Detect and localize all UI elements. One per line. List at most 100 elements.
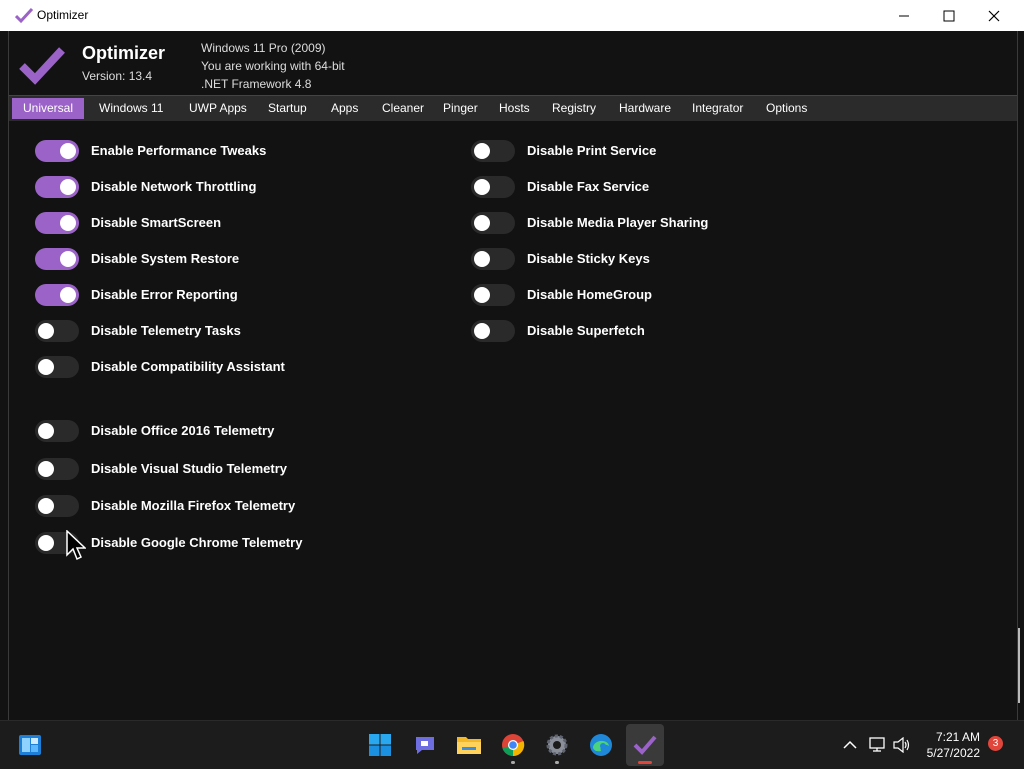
start-icon[interactable] [367, 732, 393, 758]
running-indicator [555, 761, 559, 764]
tab-startup[interactable]: Startup [257, 98, 318, 119]
option-label: Disable Network Throttling [91, 179, 257, 194]
minimize-button[interactable] [881, 0, 927, 31]
tab-hosts[interactable]: Hosts [488, 98, 541, 119]
option-label: Disable Media Player Sharing [527, 215, 709, 230]
running-indicator [511, 761, 515, 764]
toggle-knob [38, 461, 54, 477]
close-icon [988, 10, 1000, 21]
edge-icon[interactable] [588, 732, 614, 758]
toggle-knob [474, 179, 490, 195]
speaker-icon [893, 737, 910, 753]
toggle-knob [60, 143, 76, 159]
chevron-up-icon [843, 740, 857, 749]
minimize-icon [899, 15, 909, 16]
toggle-knob [60, 287, 76, 303]
clock-time: 7:21 AM [935, 730, 980, 744]
option-label: Disable Office 2016 Telemetry [91, 423, 275, 438]
maximize-icon [943, 10, 955, 21]
toggle-knob [474, 251, 490, 267]
option-label: Disable Mozilla Firefox Telemetry [91, 498, 296, 513]
window-title: Optimizer [37, 8, 89, 22]
tab-registry[interactable]: Registry [541, 98, 607, 119]
option-label: Disable Error Reporting [91, 287, 238, 302]
active-indicator [638, 761, 652, 764]
settings-icon[interactable] [544, 732, 570, 764]
option-label: Disable SmartScreen [91, 215, 222, 230]
folder-icon [457, 737, 481, 754]
toggle-error-reporting[interactable] [35, 284, 79, 306]
option-label: Disable Visual Studio Telemetry [91, 461, 288, 476]
tab-windows-11[interactable]: Windows 11 [88, 98, 174, 119]
tab-options[interactable]: Options [755, 98, 818, 119]
toggle-knob [474, 287, 490, 303]
toggle-office-telemetry[interactable] [35, 420, 79, 442]
toggle-performance-tweaks[interactable] [35, 140, 79, 162]
system-info: Windows 11 Pro (2009) You are working wi… [201, 39, 345, 93]
scrollbar[interactable] [1018, 628, 1020, 703]
option-label: Enable Performance Tweaks [91, 143, 267, 158]
toggle-fax-service[interactable] [471, 176, 515, 198]
tab-apps[interactable]: Apps [320, 98, 369, 119]
tab-pinger[interactable]: Pinger [432, 98, 489, 119]
toggle-knob [474, 215, 490, 231]
gear-icon [546, 734, 568, 756]
chat-icon [416, 737, 434, 754]
widgets-icon[interactable] [17, 732, 43, 758]
toggle-compatibility-assistant[interactable] [35, 356, 79, 378]
os-info: Windows 11 Pro (2009) [201, 41, 326, 55]
show-hidden-icons-button[interactable] [837, 732, 863, 758]
volume-icon[interactable] [889, 732, 915, 758]
maximize-button[interactable] [926, 0, 972, 31]
title-bar[interactable]: Optimizer [0, 0, 1024, 31]
edge-browser-icon [590, 734, 612, 756]
toggle-homegroup[interactable] [471, 284, 515, 306]
toggle-knob [60, 251, 76, 267]
network-icon[interactable] [865, 732, 891, 758]
tab-integrator[interactable]: Integrator [681, 98, 754, 119]
toggle-knob [38, 323, 54, 339]
toggle-superfetch[interactable] [471, 320, 515, 342]
teams-chat-icon[interactable] [412, 732, 438, 758]
option-label: Disable Compatibility Assistant [91, 359, 285, 374]
toggle-knob [38, 535, 54, 551]
toggle-knob [60, 215, 76, 231]
toggle-system-restore[interactable] [35, 248, 79, 270]
toggle-print-service[interactable] [471, 140, 515, 162]
toggle-knob [474, 323, 490, 339]
option-label: Disable Print Service [527, 143, 657, 158]
option-label: Disable Superfetch [527, 323, 645, 338]
tab-hardware[interactable]: Hardware [608, 98, 682, 119]
optimizer-icon[interactable] [632, 732, 658, 764]
chrome-icon[interactable] [500, 732, 526, 764]
clock-date: 5/27/2022 [926, 746, 980, 760]
option-label: Disable Fax Service [527, 179, 650, 194]
toggle-network-throttling[interactable] [35, 176, 79, 198]
toggle-smartscreen[interactable] [35, 212, 79, 234]
toggle-knob [38, 359, 54, 375]
tab-bar: Universal Windows 11 UWP Apps Startup Ap… [9, 95, 1017, 121]
toggle-telemetry-tasks[interactable] [35, 320, 79, 342]
tab-cleaner[interactable]: Cleaner [371, 98, 435, 119]
close-button[interactable] [971, 0, 1017, 31]
notification-badge[interactable]: 3 [988, 736, 1003, 751]
file-explorer-icon[interactable] [456, 732, 482, 758]
toggle-knob [38, 498, 54, 514]
optimizer-checkmark-icon [633, 735, 657, 755]
app-version: Version: 13.4 [82, 69, 153, 83]
network-icon [869, 737, 885, 752]
option-label: Disable Sticky Keys [527, 251, 650, 266]
toggle-firefox-telemetry[interactable] [35, 495, 79, 517]
clock[interactable]: 7:21 AM 5/27/2022 [927, 729, 980, 761]
tab-universal[interactable]: Universal [12, 98, 85, 119]
option-label: Disable System Restore [91, 251, 240, 266]
toggle-visual-studio-telemetry[interactable] [35, 458, 79, 480]
toggle-sticky-keys[interactable] [471, 248, 515, 270]
app-content: Optimizer Version: 13.4 Windows 11 Pro (… [8, 31, 1020, 720]
widgets-icon [19, 735, 41, 755]
option-label: Disable Google Chrome Telemetry [91, 535, 303, 550]
tab-uwp-apps[interactable]: UWP Apps [178, 98, 258, 119]
windows-start-icon [369, 734, 391, 756]
toggle-media-player-sharing[interactable] [471, 212, 515, 234]
toggle-knob [38, 423, 54, 439]
